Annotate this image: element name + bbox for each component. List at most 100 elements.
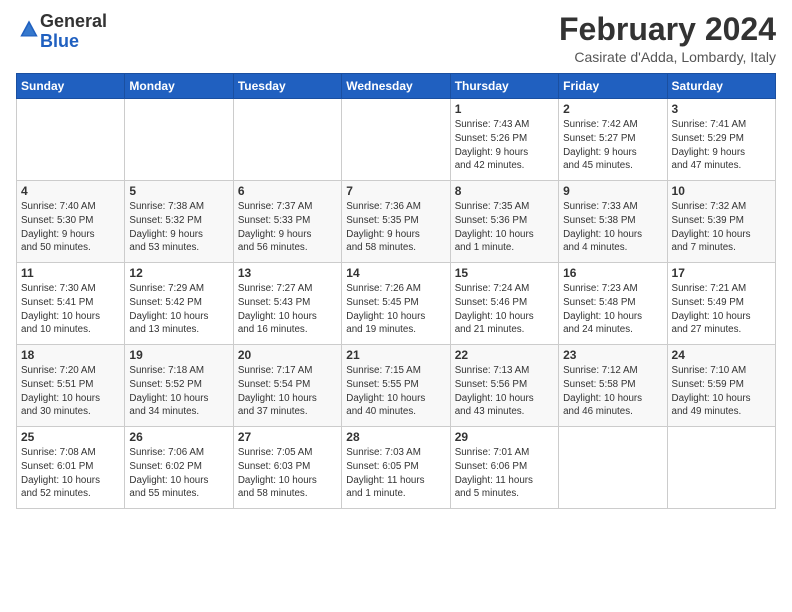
day-info: Sunrise: 7:27 AM Sunset: 5:43 PM Dayligh…: [238, 282, 337, 337]
logo-blue: Blue: [40, 31, 79, 51]
weekday-header: Monday: [125, 74, 233, 99]
calendar-cell: 7 Sunrise: 7:36 AM Sunset: 5:35 PM Daylig…: [342, 181, 450, 263]
day-info: Sunrise: 7:13 AM Sunset: 5:56 PM Dayligh…: [455, 364, 554, 419]
weekday-header: Friday: [559, 74, 667, 99]
day-number: 28: [346, 430, 445, 444]
day-number: 20: [238, 348, 337, 362]
weekday-header-row: SundayMondayTuesdayWednesdayThursdayFrid…: [17, 74, 776, 99]
calendar-cell: 12 Sunrise: 7:29 AM Sunset: 5:42 PM Dayli…: [125, 263, 233, 345]
calendar-week-row: 18 Sunrise: 7:20 AM Sunset: 5:51 PM Dayli…: [17, 345, 776, 427]
calendar-page: General Blue February 2024 Casirate d'Ad…: [0, 0, 792, 612]
day-info: Sunrise: 7:06 AM Sunset: 6:02 PM Dayligh…: [129, 446, 228, 501]
day-info: Sunrise: 7:30 AM Sunset: 5:41 PM Dayligh…: [21, 282, 120, 337]
calendar-cell: 14 Sunrise: 7:26 AM Sunset: 5:45 PM Dayli…: [342, 263, 450, 345]
day-info: Sunrise: 7:40 AM Sunset: 5:30 PM Dayligh…: [21, 200, 120, 255]
calendar-cell: 10 Sunrise: 7:32 AM Sunset: 5:39 PM Dayli…: [667, 181, 775, 263]
month-title: February 2024: [559, 12, 776, 47]
weekday-header: Wednesday: [342, 74, 450, 99]
calendar-cell: 1Sunrise: 7:43 AM Sunset: 5:26 PM Daylig…: [450, 99, 558, 181]
weekday-header: Saturday: [667, 74, 775, 99]
day-number: 26: [129, 430, 228, 444]
calendar-cell: [17, 99, 125, 181]
day-info: Sunrise: 7:38 AM Sunset: 5:32 PM Dayligh…: [129, 200, 228, 255]
day-number: 6: [238, 184, 337, 198]
calendar-cell: 26 Sunrise: 7:06 AM Sunset: 6:02 PM Dayli…: [125, 427, 233, 509]
day-number: 7: [346, 184, 445, 198]
day-number: 21: [346, 348, 445, 362]
calendar-cell: 21 Sunrise: 7:15 AM Sunset: 5:55 PM Dayli…: [342, 345, 450, 427]
day-number: 16: [563, 266, 662, 280]
calendar-cell: [667, 427, 775, 509]
day-info: Sunrise: 7:41 AM Sunset: 5:29 PM Dayligh…: [672, 118, 771, 173]
calendar-cell: 25 Sunrise: 7:08 AM Sunset: 6:01 PM Dayli…: [17, 427, 125, 509]
day-number: 18: [21, 348, 120, 362]
calendar-cell: 27 Sunrise: 7:05 AM Sunset: 6:03 PM Dayli…: [233, 427, 341, 509]
calendar-week-row: 25 Sunrise: 7:08 AM Sunset: 6:01 PM Dayli…: [17, 427, 776, 509]
day-info: Sunrise: 7:17 AM Sunset: 5:54 PM Dayligh…: [238, 364, 337, 419]
calendar-cell: [233, 99, 341, 181]
day-info: Sunrise: 7:05 AM Sunset: 6:03 PM Dayligh…: [238, 446, 337, 501]
day-number: 8: [455, 184, 554, 198]
calendar-cell: 19 Sunrise: 7:18 AM Sunset: 5:52 PM Dayli…: [125, 345, 233, 427]
day-info: Sunrise: 7:26 AM Sunset: 5:45 PM Dayligh…: [346, 282, 445, 337]
day-info: Sunrise: 7:42 AM Sunset: 5:27 PM Dayligh…: [563, 118, 662, 173]
day-number: 27: [238, 430, 337, 444]
logo: General Blue: [16, 12, 107, 52]
day-number: 2: [563, 102, 662, 116]
day-number: 14: [346, 266, 445, 280]
day-number: 9: [563, 184, 662, 198]
day-info: Sunrise: 7:03 AM Sunset: 6:05 PM Dayligh…: [346, 446, 445, 501]
calendar-week-row: 4 Sunrise: 7:40 AM Sunset: 5:30 PM Daylig…: [17, 181, 776, 263]
day-number: 23: [563, 348, 662, 362]
weekday-header: Tuesday: [233, 74, 341, 99]
calendar-cell: 3 Sunrise: 7:41 AM Sunset: 5:29 PM Daylig…: [667, 99, 775, 181]
calendar-cell: 6Sunrise: 7:37 AM Sunset: 5:33 PM Daylig…: [233, 181, 341, 263]
calendar-cell: 17Sunrise: 7:21 AM Sunset: 5:49 PM Dayli…: [667, 263, 775, 345]
day-info: Sunrise: 7:23 AM Sunset: 5:48 PM Dayligh…: [563, 282, 662, 337]
day-info: Sunrise: 7:10 AM Sunset: 5:59 PM Dayligh…: [672, 364, 771, 419]
day-info: Sunrise: 7:43 AM Sunset: 5:26 PM Dayligh…: [455, 118, 554, 173]
day-info: Sunrise: 7:08 AM Sunset: 6:01 PM Dayligh…: [21, 446, 120, 501]
day-number: 3: [672, 102, 771, 116]
logo-icon: [18, 18, 40, 40]
calendar-table: SundayMondayTuesdayWednesdayThursdayFrid…: [16, 73, 776, 509]
title-block: February 2024 Casirate d'Adda, Lombardy,…: [559, 12, 776, 65]
header: General Blue February 2024 Casirate d'Ad…: [16, 12, 776, 65]
day-number: 4: [21, 184, 120, 198]
calendar-cell: 24 Sunrise: 7:10 AM Sunset: 5:59 PM Dayli…: [667, 345, 775, 427]
calendar-cell: [342, 99, 450, 181]
day-number: 17: [672, 266, 771, 280]
location: Casirate d'Adda, Lombardy, Italy: [559, 49, 776, 65]
day-info: Sunrise: 7:36 AM Sunset: 5:35 PM Dayligh…: [346, 200, 445, 255]
calendar-cell: 28 Sunrise: 7:03 AM Sunset: 6:05 PM Dayli…: [342, 427, 450, 509]
calendar-cell: [559, 427, 667, 509]
day-number: 24: [672, 348, 771, 362]
calendar-week-row: 1Sunrise: 7:43 AM Sunset: 5:26 PM Daylig…: [17, 99, 776, 181]
day-number: 10: [672, 184, 771, 198]
day-info: Sunrise: 7:35 AM Sunset: 5:36 PM Dayligh…: [455, 200, 554, 255]
weekday-header: Thursday: [450, 74, 558, 99]
day-info: Sunrise: 7:18 AM Sunset: 5:52 PM Dayligh…: [129, 364, 228, 419]
day-number: 5: [129, 184, 228, 198]
calendar-cell: 16 Sunrise: 7:23 AM Sunset: 5:48 PM Dayli…: [559, 263, 667, 345]
day-info: Sunrise: 7:32 AM Sunset: 5:39 PM Dayligh…: [672, 200, 771, 255]
day-number: 12: [129, 266, 228, 280]
day-number: 15: [455, 266, 554, 280]
calendar-cell: 9 Sunrise: 7:33 AM Sunset: 5:38 PM Daylig…: [559, 181, 667, 263]
day-number: 13: [238, 266, 337, 280]
calendar-cell: 22Sunrise: 7:13 AM Sunset: 5:56 PM Dayli…: [450, 345, 558, 427]
calendar-cell: 29Sunrise: 7:01 AM Sunset: 6:06 PM Dayli…: [450, 427, 558, 509]
day-info: Sunrise: 7:15 AM Sunset: 5:55 PM Dayligh…: [346, 364, 445, 419]
logo-text: General Blue: [40, 12, 107, 52]
day-info: Sunrise: 7:29 AM Sunset: 5:42 PM Dayligh…: [129, 282, 228, 337]
calendar-cell: 8 Sunrise: 7:35 AM Sunset: 5:36 PM Daylig…: [450, 181, 558, 263]
day-number: 19: [129, 348, 228, 362]
calendar-cell: 5 Sunrise: 7:38 AM Sunset: 5:32 PM Daylig…: [125, 181, 233, 263]
day-info: Sunrise: 7:20 AM Sunset: 5:51 PM Dayligh…: [21, 364, 120, 419]
calendar-cell: 13 Sunrise: 7:27 AM Sunset: 5:43 PM Dayli…: [233, 263, 341, 345]
calendar-week-row: 11Sunrise: 7:30 AM Sunset: 5:41 PM Dayli…: [17, 263, 776, 345]
day-info: Sunrise: 7:33 AM Sunset: 5:38 PM Dayligh…: [563, 200, 662, 255]
calendar-cell: 2 Sunrise: 7:42 AM Sunset: 5:27 PM Daylig…: [559, 99, 667, 181]
day-number: 25: [21, 430, 120, 444]
day-number: 29: [455, 430, 554, 444]
